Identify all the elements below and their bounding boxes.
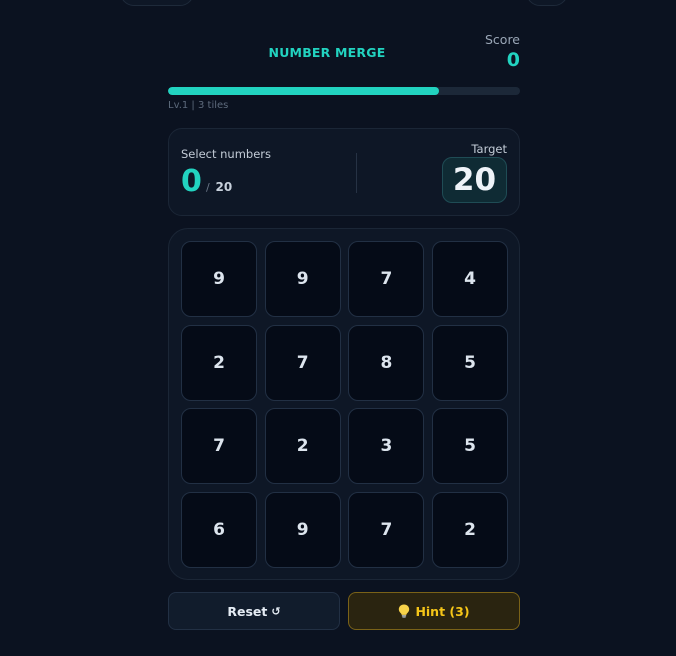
tile[interactable]: 3 xyxy=(348,408,425,484)
level-info: Lv.1 | 3 tiles xyxy=(168,100,229,111)
top-nav-button-left[interactable] xyxy=(120,0,194,6)
target-panel: Select numbers 0 / 20 Target 20 xyxy=(168,128,520,216)
reset-button-label: Reset xyxy=(227,603,268,619)
tile-grid: 9 9 7 4 2 7 8 5 7 2 3 5 6 9 7 2 xyxy=(181,241,509,568)
hint-button-label: Hint (3) xyxy=(415,603,470,619)
lightbulb-icon xyxy=(398,604,410,618)
tile[interactable]: 4 xyxy=(432,241,509,317)
tile[interactable]: 9 xyxy=(264,241,341,317)
sum-separator: / xyxy=(206,181,210,194)
selected-sum: 0 xyxy=(181,164,202,199)
level-progress-bar xyxy=(168,87,520,95)
reset-button[interactable]: Reset ↺ xyxy=(168,592,340,630)
selected-sum-total: / 20 xyxy=(206,180,232,194)
tile[interactable]: 2 xyxy=(181,324,257,401)
game-title: NUMBER MERGE xyxy=(268,45,386,60)
tile[interactable]: 6 xyxy=(181,491,257,568)
top-nav-button-right[interactable] xyxy=(526,0,568,6)
hint-button[interactable]: Hint (3) xyxy=(348,592,520,630)
reset-icon: ↺ xyxy=(271,604,281,618)
target-value: 20 xyxy=(442,157,507,203)
tile[interactable]: 9 xyxy=(264,491,341,568)
tile-board: 9 9 7 4 2 7 8 5 7 2 3 5 6 9 7 2 xyxy=(168,228,520,580)
tile[interactable]: 8 xyxy=(348,324,425,401)
tile[interactable]: 2 xyxy=(432,491,509,568)
target-label: Target xyxy=(471,142,507,156)
tile[interactable]: 5 xyxy=(432,408,509,484)
tile[interactable]: 7 xyxy=(264,324,341,401)
level-progress-fill xyxy=(168,87,440,95)
tile[interactable]: 9 xyxy=(181,241,257,317)
sum-target-total: 20 xyxy=(215,180,233,194)
score-label: Score xyxy=(484,32,520,47)
game-header: NUMBER MERGE Score 0 xyxy=(168,30,520,80)
tile[interactable]: 7 xyxy=(181,408,257,484)
select-numbers-label: Select numbers xyxy=(181,147,272,161)
tile[interactable]: 5 xyxy=(432,324,509,401)
panel-divider xyxy=(356,153,357,193)
tile[interactable]: 2 xyxy=(264,408,341,484)
tile[interactable]: 7 xyxy=(348,491,425,568)
score-value: 0 xyxy=(506,49,520,71)
tile[interactable]: 7 xyxy=(348,241,425,317)
